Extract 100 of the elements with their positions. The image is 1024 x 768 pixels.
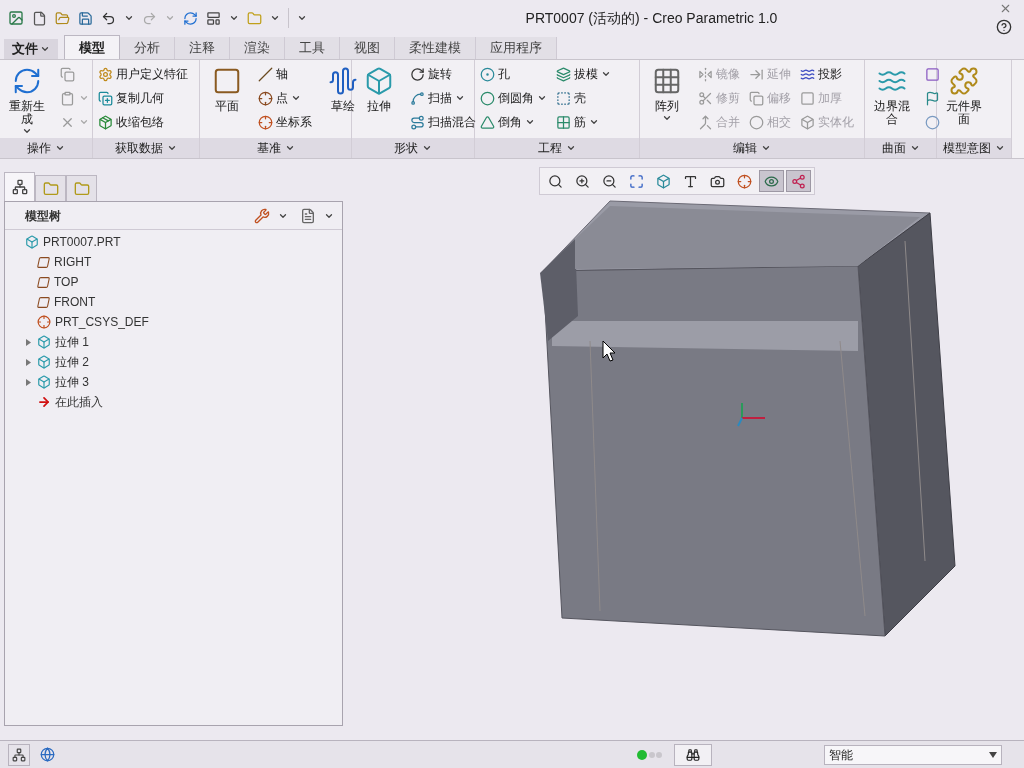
revolve-icon bbox=[410, 66, 425, 82]
ribbon-large-button[interactable]: 阵列 bbox=[643, 62, 691, 136]
group-menu[interactable]: 编辑 bbox=[640, 138, 864, 158]
status-light-icon bbox=[636, 748, 664, 761]
caret-icon bbox=[761, 143, 771, 153]
ribbon-button[interactable]: 复制几何 bbox=[96, 86, 190, 110]
ribbon-tab[interactable]: 视图 bbox=[340, 37, 395, 59]
ribbon-button[interactable]: 旋转 bbox=[408, 62, 478, 86]
ribbon-large-button[interactable]: 平面 bbox=[203, 62, 251, 136]
grid-icon bbox=[652, 66, 682, 96]
caret-icon bbox=[165, 13, 175, 23]
ribbon-button[interactable]: 拔模 bbox=[554, 62, 613, 86]
tree-item[interactable]: TOP bbox=[54, 273, 79, 291]
tree-item[interactable]: PRT_CSYS_DEF bbox=[55, 313, 149, 331]
tree-toggle-button[interactable] bbox=[8, 743, 30, 766]
caret-icon bbox=[291, 93, 301, 103]
mouse-pointer-icon bbox=[602, 340, 616, 362]
group-menu[interactable]: 工程 bbox=[475, 138, 639, 158]
ribbon-button[interactable]: 轴 bbox=[256, 62, 314, 86]
caret-icon bbox=[662, 113, 672, 123]
sweep-icon bbox=[410, 90, 425, 106]
dropdown-arrow-icon bbox=[989, 751, 997, 758]
ribbon-button[interactable]: 扫描 bbox=[408, 86, 478, 110]
window-icon[interactable] bbox=[206, 10, 221, 26]
caret-icon bbox=[909, 143, 920, 153]
clipboard-icon bbox=[60, 90, 75, 106]
group-menu[interactable]: 模型意图 bbox=[937, 138, 1011, 158]
merge-icon bbox=[698, 114, 713, 130]
ribbon-button[interactable]: 孔 bbox=[478, 62, 549, 86]
tree-item[interactable]: PRT0007.PRT bbox=[43, 233, 121, 251]
plane-icon bbox=[35, 255, 52, 269]
ribbon-large-button[interactable]: 重新生成 bbox=[3, 62, 51, 136]
ribbon-button[interactable]: 坐标系 bbox=[256, 110, 314, 134]
ribbon-button[interactable]: 壳 bbox=[554, 86, 613, 110]
refresh-icon bbox=[12, 66, 42, 96]
ribbon-button[interactable]: 筋 bbox=[554, 110, 613, 134]
group-menu[interactable]: 曲面 bbox=[865, 138, 936, 158]
tree-item[interactable]: 拉伸 3 bbox=[55, 373, 89, 391]
ribbon-button[interactable]: 倒圆角 bbox=[478, 86, 549, 110]
ribbon-button[interactable]: 倒角 bbox=[478, 110, 549, 134]
group-menu[interactable]: 获取数据 bbox=[93, 138, 199, 158]
caret-icon bbox=[601, 69, 611, 79]
tree-item[interactable]: FRONT bbox=[54, 293, 96, 311]
ribbon-button[interactable]: 扫描混合 bbox=[408, 110, 478, 134]
ribbon-large-button[interactable]: 边界混合 bbox=[868, 62, 916, 136]
save-icon[interactable] bbox=[78, 10, 93, 26]
square-icon bbox=[925, 66, 940, 82]
caret-icon bbox=[79, 117, 89, 127]
wrench-icon[interactable] bbox=[254, 207, 270, 224]
find-button[interactable] bbox=[674, 743, 712, 766]
tree-item[interactable]: 拉伸 2 bbox=[55, 353, 89, 371]
camera-icon bbox=[710, 173, 725, 189]
globe-icon bbox=[39, 747, 55, 762]
ribbon-button[interactable]: 用户定义特征 bbox=[96, 62, 190, 86]
cube-icon bbox=[37, 335, 51, 349]
group-menu[interactable]: 基准 bbox=[200, 138, 351, 158]
new-file-icon[interactable] bbox=[32, 10, 47, 26]
caret-icon bbox=[22, 126, 32, 136]
open-folder-icon[interactable] bbox=[55, 10, 70, 26]
tree-item[interactable]: 拉伸 1 bbox=[55, 333, 89, 351]
expand-arrow-icon[interactable] bbox=[25, 338, 32, 346]
ribbon-tab[interactable]: 分析 bbox=[120, 37, 175, 59]
ribbon-large-button[interactable]: 元件界面 bbox=[940, 62, 988, 136]
group-menu[interactable]: 形状 bbox=[352, 138, 474, 158]
sketch-wave-icon bbox=[328, 66, 358, 96]
ribbon-tab[interactable]: 模型 bbox=[64, 35, 120, 59]
eye-icon bbox=[764, 173, 779, 189]
file-menu[interactable]: 文件 bbox=[4, 39, 58, 59]
folders-icon bbox=[42, 180, 59, 197]
mirror-icon bbox=[698, 66, 713, 82]
filter-dropdown[interactable]: 智能 bbox=[824, 744, 1002, 765]
binoculars-icon bbox=[686, 747, 700, 762]
scissors-icon bbox=[698, 90, 713, 106]
regenerate-icon[interactable] bbox=[183, 10, 198, 26]
caret-icon bbox=[297, 13, 307, 23]
tree-item[interactable]: 在此插入 bbox=[55, 393, 103, 411]
expand-arrow-icon[interactable] bbox=[25, 358, 32, 366]
help-icon[interactable] bbox=[996, 18, 1012, 35]
folder-icon[interactable] bbox=[247, 10, 262, 26]
ribbon-button[interactable]: 点 bbox=[256, 86, 314, 110]
expand-arrow-icon[interactable] bbox=[25, 378, 32, 386]
ribbon-button[interactable]: 投影 bbox=[798, 62, 856, 86]
ribbon-button[interactable]: 收缩包络 bbox=[96, 110, 190, 134]
undo-icon[interactable] bbox=[101, 10, 116, 26]
ribbon-tab[interactable]: 工具 bbox=[285, 37, 340, 59]
caret-icon bbox=[40, 44, 50, 54]
ribbon-tab[interactable]: 渲染 bbox=[230, 37, 285, 59]
tree-item[interactable]: RIGHT bbox=[54, 253, 92, 271]
group-menu[interactable]: 操作 bbox=[0, 138, 92, 158]
crosshair-icon bbox=[37, 315, 51, 329]
ribbon-tab[interactable]: 柔性建模 bbox=[395, 37, 476, 59]
flag-icon bbox=[925, 90, 940, 106]
copy-icon bbox=[98, 90, 113, 106]
caret-icon bbox=[995, 143, 1005, 153]
navigator-tab[interactable] bbox=[4, 172, 35, 201]
app-icon[interactable] bbox=[8, 10, 24, 26]
list-settings-icon[interactable] bbox=[300, 207, 316, 224]
ribbon-tab[interactable]: 注释 bbox=[175, 37, 230, 59]
ribbon-tab[interactable]: 应用程序 bbox=[476, 37, 557, 59]
crosshair-icon bbox=[737, 173, 752, 189]
